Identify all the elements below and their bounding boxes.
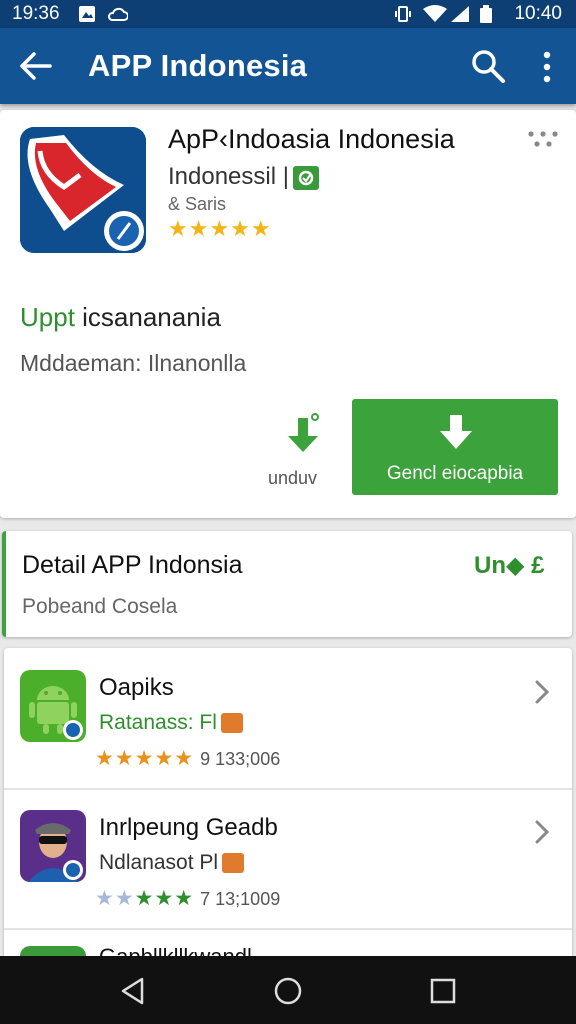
- chevron-right-icon[interactable]: [532, 818, 552, 846]
- divider: [4, 928, 572, 930]
- app-meta: Mddaeman: Ilnanonlla: [20, 350, 247, 376]
- vibrate-icon: [395, 6, 411, 22]
- more-vert-icon[interactable]: [534, 50, 560, 84]
- nav-home-icon[interactable]: [273, 976, 303, 1006]
- avatar-icon: [20, 810, 86, 882]
- download-icon: [440, 415, 472, 449]
- android-icon: [20, 670, 86, 742]
- detail-card[interactable]: Detail APP Indonsia Pobeand Cosela Un◆ £: [2, 531, 572, 637]
- list-item-rating: ★★★★★ 7 13;1009: [95, 886, 280, 911]
- list-item-stars-green: ★★★: [134, 887, 195, 910]
- download-small-icon[interactable]: [284, 410, 322, 458]
- status-clock: 10:40: [514, 3, 562, 24]
- list-item-count: 7 13;1009: [200, 889, 281, 909]
- install-button[interactable]: Gencl eiocapbia: [352, 399, 558, 495]
- list-item-subtitle: Ndlanasot Pl: [99, 851, 245, 875]
- list-item-subtitle-text: Ndlanasot Pl: [99, 851, 219, 874]
- orange-badge-icon: [220, 713, 243, 734]
- search-icon[interactable]: [470, 48, 506, 84]
- app-category: & Saris: [168, 194, 227, 214]
- update-heading: Uppt icsananania: [20, 302, 221, 333]
- update-text: icsananania: [74, 302, 221, 332]
- android-app-icon: [20, 670, 86, 742]
- orange-badge-icon: [222, 853, 245, 874]
- list-item-count: 9 133;006: [200, 749, 281, 769]
- detail-subtitle: Pobeand Cosela: [22, 595, 178, 618]
- undo-label[interactable]: unduv: [268, 468, 317, 489]
- list-item-subtitle-text: Ratanass: Fl: [99, 711, 217, 734]
- install-label: Gencl eiocapbia: [386, 463, 524, 484]
- list-item-subtitle: Ratanass: Fl: [99, 711, 243, 735]
- chevron-right-icon[interactable]: [532, 678, 552, 706]
- status-time: 19:36: [12, 3, 60, 24]
- battery-icon: [480, 5, 492, 23]
- detail-badge: Un◆ £: [474, 552, 545, 579]
- avatar-app-icon: [20, 810, 86, 882]
- app-developer[interactable]: Indonessil |: [168, 163, 319, 191]
- developer-name[interactable]: Indonessil |: [168, 163, 289, 190]
- list-item-rating: ★★★★★ 9 133;006: [95, 746, 280, 771]
- list-item-stars: ★★★★★: [95, 747, 195, 770]
- app-bar-title: APP Indonesia: [88, 48, 308, 83]
- back-arrow-icon[interactable]: [18, 50, 54, 82]
- signal-icon: [451, 6, 469, 22]
- status-bar: 19:36 10:40: [0, 0, 576, 28]
- verified-badge-icon: [292, 165, 319, 190]
- rating-stars: ★★★★★: [168, 216, 272, 241]
- related-apps-card: Oapiks Ratanass: Fl ★★★★★ 9 133;006 Inrlp…: [4, 648, 572, 968]
- list-item-title: Oapiks: [99, 674, 174, 701]
- app-bar: APP Indonesia: [0, 28, 576, 104]
- nav-back-icon[interactable]: [118, 976, 148, 1006]
- wifi-icon: [423, 5, 447, 22]
- app-logo-icon: [20, 127, 146, 253]
- list-item[interactable]: Inrlpeung Geadb Ndlanasot Pl ★★★★★ 7 13;1…: [4, 788, 572, 930]
- list-item[interactable]: Oapiks Ratanass: Fl ★★★★★ 9 133;006: [4, 648, 572, 790]
- list-item-title: Inrlpeung Geadb: [99, 814, 278, 841]
- detail-title: Detail APP Indonsia: [22, 551, 243, 579]
- nav-recents-icon[interactable]: [428, 976, 458, 1006]
- overflow-dots-icon[interactable]: [526, 130, 560, 148]
- app-icon: [20, 127, 146, 253]
- list-item-stars-grey: ★★: [95, 887, 135, 910]
- app-name: ApP‹Indoasia Indonesia: [168, 124, 455, 154]
- photo-icon: [79, 6, 95, 22]
- cloud-icon: [108, 7, 128, 21]
- navigation-bar: [0, 956, 576, 1024]
- update-prefix: Uppt: [20, 302, 75, 332]
- app-header-card: ApP‹Indoasia Indonesia Indonessil | & Sa…: [0, 110, 576, 518]
